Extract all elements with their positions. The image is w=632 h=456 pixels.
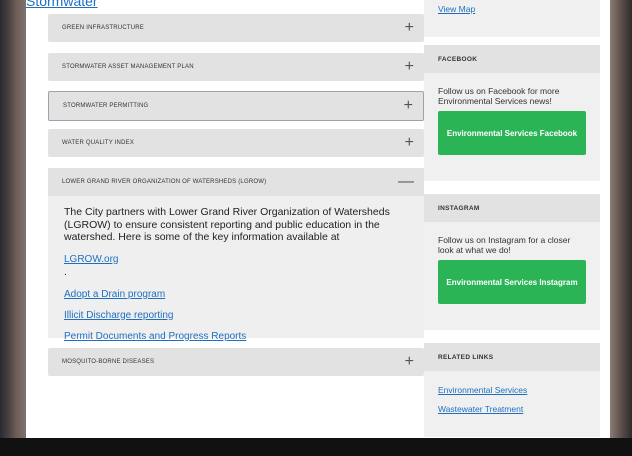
related-links-card: RELATED LINKS Environmental Services Was… [424, 343, 600, 437]
accordion-item-mosquito-borne-diseases[interactable]: MOSQUITO-BORNE DISEASES + [48, 348, 424, 376]
accordion-item-stormwater-permitting[interactable]: STORMWATER PERMITTING + [48, 91, 424, 121]
related-links-heading: RELATED LINKS [424, 343, 600, 371]
accordion-body: The City partners with Lower Grand River… [48, 196, 424, 356]
facebook-card: FACEBOOK Follow us on Facebook for more … [424, 45, 600, 181]
plus-icon[interactable]: + [405, 59, 414, 75]
view-map-link[interactable]: View Map [438, 4, 475, 14]
plus-icon[interactable]: + [405, 135, 414, 151]
accordion-header[interactable]: LOWER GRAND RIVER ORGANIZATION OF WATERS… [48, 168, 424, 196]
wastewater-treatment-link[interactable]: Wastewater Treatment [438, 404, 588, 414]
instagram-body: Follow us on Instagram for a closer look… [424, 222, 600, 316]
accordion-title: LOWER GRAND RIVER ORGANIZATION OF WATERS… [62, 179, 267, 185]
facebook-heading: FACEBOOK [424, 45, 600, 73]
accordion-title: STORMWATER PERMITTING [63, 103, 149, 109]
accordion-item-stormwater-asset-management-plan[interactable]: STORMWATER ASSET MANAGEMENT PLAN + [48, 53, 424, 81]
accordion-title: WATER QUALITY INDEX [62, 140, 135, 146]
accordion-header[interactable]: STORMWATER ASSET MANAGEMENT PLAN + [48, 53, 424, 81]
facebook-body: Follow us on Facebook for more Environme… [424, 73, 600, 167]
main-content: Stormwater GREEN INFRASTRUCTURE + STORMW… [26, 0, 610, 438]
background-right-edge [610, 0, 632, 456]
plus-icon[interactable]: + [405, 354, 414, 370]
background-left-edge [0, 0, 26, 456]
minus-icon[interactable]: — [398, 174, 414, 190]
facebook-text: Follow us on Facebook for more Environme… [438, 86, 560, 106]
lgrow-org-link[interactable]: LGROW.org [64, 254, 408, 267]
lgrow-description: The City partners with Lower Grand River… [64, 206, 408, 279]
accordion-header[interactable]: WATER QUALITY INDEX + [48, 129, 424, 157]
plus-icon[interactable]: + [405, 20, 414, 36]
instagram-card: INSTAGRAM Follow us on Instagram for a c… [424, 194, 600, 330]
illicit-discharge-link[interactable]: Illicit Discharge reporting [64, 310, 408, 321]
accordion-title: STORMWATER ASSET MANAGEMENT PLAN [62, 64, 194, 70]
accordion-header[interactable]: GREEN INFRASTRUCTURE + [48, 14, 424, 42]
accordion-item-water-quality-index[interactable]: WATER QUALITY INDEX + [48, 129, 424, 157]
plus-icon[interactable]: + [404, 98, 413, 114]
accordion-header[interactable]: STORMWATER PERMITTING + [49, 92, 423, 120]
accordion-title: GREEN INFRASTRUCTURE [62, 25, 145, 31]
background-bottom-edge [0, 438, 632, 456]
accordion-title: MOSQUITO-BORNE DISEASES [62, 359, 155, 365]
stormwater-link[interactable]: Stormwater [26, 0, 98, 9]
instagram-button[interactable]: Environmental Services Instagram [438, 260, 586, 304]
permit-documents-link[interactable]: Permit Documents and Progress Reports [64, 331, 408, 342]
lgrow-text: The City partners with Lower Grand River… [64, 206, 390, 243]
related-links-body: Environmental Services Wastewater Treatm… [424, 371, 600, 435]
adopt-a-drain-link[interactable]: Adopt a Drain program [64, 289, 408, 300]
accordion-item-lgrow[interactable]: LOWER GRAND RIVER ORGANIZATION OF WATERS… [48, 168, 424, 342]
map-card: View Map [424, 0, 600, 37]
instagram-heading: INSTAGRAM [424, 194, 600, 222]
facebook-button[interactable]: Environmental Services Facebook [438, 111, 586, 155]
lgrow-text-end: . [64, 266, 67, 278]
instagram-text: Follow us on Instagram for a closer look… [438, 235, 571, 255]
accordion-header[interactable]: MOSQUITO-BORNE DISEASES + [48, 348, 424, 376]
environmental-services-link[interactable]: Environmental Services [438, 385, 588, 395]
accordion-item-green-infrastructure[interactable]: GREEN INFRASTRUCTURE + [48, 14, 424, 42]
